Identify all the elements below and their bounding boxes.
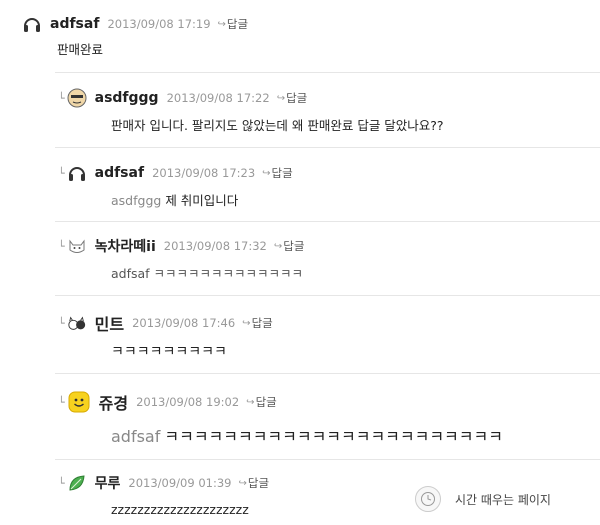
widget-label: 시간 때우는 페이지 xyxy=(455,492,551,507)
comment-author[interactable]: 무루 xyxy=(95,473,121,493)
comment-author[interactable]: 민트 xyxy=(95,311,124,335)
mention[interactable]: asdfggg xyxy=(111,193,161,208)
cats-avatar-icon xyxy=(67,313,87,333)
reply-button[interactable]: ↪ 답글 xyxy=(277,90,308,106)
mention[interactable]: adfsaf xyxy=(111,427,160,446)
comment-date: 2013/09/09 01:39 xyxy=(128,476,232,490)
comment-text: adfsaf ㅋㅋㅋㅋㅋㅋㅋㅋㅋㅋㅋㅋㅋ xyxy=(111,266,304,281)
comment-text: 판매자 입니다. 팔리지도 않았는데 왜 판매완료 답글 달았나요?? xyxy=(111,118,444,133)
reply-indent-icon: └ xyxy=(58,476,65,490)
reply-arrow-icon: ↪ xyxy=(217,18,226,30)
comment-date: 2013/09/08 17:46 xyxy=(132,316,236,330)
reply-indent-icon: └ xyxy=(58,395,65,409)
comment-text: adfsaf ㅋㅋㅋㅋㅋㅋㅋㅋㅋㅋㅋㅋㅋㅋㅋㅋㅋㅋㅋㅋㅋㅋㅋ xyxy=(111,427,503,446)
comment-date: 2013/09/08 17:22 xyxy=(166,91,270,105)
divider xyxy=(55,221,600,222)
divider xyxy=(55,295,600,296)
reply-arrow-icon: ↪ xyxy=(262,167,271,179)
comment-author[interactable]: adfsaf xyxy=(50,16,99,32)
comment-date: 2013/09/08 17:23 xyxy=(152,166,256,180)
comment-header: └ 민트 2013/09/08 17:46 ↪ 답글 xyxy=(58,311,273,335)
comment-author[interactable]: adfsaf xyxy=(95,165,144,181)
comment-author[interactable]: 녹차라떼ii xyxy=(95,236,156,256)
time-widget[interactable]: 시간 때우는 페이지 xyxy=(415,486,551,512)
reply-button[interactable]: ↪ 답글 xyxy=(242,315,273,331)
reply-indent-icon: └ xyxy=(58,91,65,105)
reply-indent-icon: └ xyxy=(58,166,65,180)
divider xyxy=(55,459,600,460)
comment-header: └ 무루 2013/09/09 01:39 ↪ 답글 xyxy=(58,473,269,493)
comment-header: └ asdfggg 2013/09/08 17:22 ↪ 답글 xyxy=(58,88,307,108)
comment-header: adfsaf 2013/09/08 17:19 ↪ 답글 xyxy=(22,14,248,34)
reply-button[interactable]: ↪ 답글 xyxy=(218,16,249,32)
reply-button[interactable]: ↪ 답글 xyxy=(238,475,269,491)
reply-button[interactable]: ↪ 답글 xyxy=(246,394,277,410)
divider xyxy=(55,147,600,148)
cat-avatar-icon xyxy=(67,236,87,256)
comment-text: ㅋㅋㅋㅋㅋㅋㅋㅋㅋ xyxy=(111,344,227,360)
smiley-avatar-icon xyxy=(67,390,91,414)
comment-date: 2013/09/08 17:19 xyxy=(107,17,211,31)
comment-header: └ adfsaf 2013/09/08 17:23 ↪ 답글 xyxy=(58,163,293,183)
comment-header: └ 녹차라떼ii 2013/09/08 17:32 ↪ 답글 xyxy=(58,236,304,256)
comment-text: 판매완료 xyxy=(57,42,104,57)
comment-author[interactable]: 쥬경 xyxy=(99,390,128,414)
reply-arrow-icon: ↪ xyxy=(238,477,247,489)
comment-text: zzzzzzzzzzzzzzzzzzzzz xyxy=(111,502,249,517)
reply-arrow-icon: ↪ xyxy=(276,92,286,104)
reply-button[interactable]: ↪ 답글 xyxy=(262,165,293,181)
reply-indent-icon: └ xyxy=(58,239,65,253)
headphones-icon xyxy=(67,163,87,183)
divider xyxy=(55,373,600,374)
reply-arrow-icon: ↪ xyxy=(273,240,283,252)
headphones-icon xyxy=(22,14,42,34)
comment-author[interactable]: asdfggg xyxy=(95,90,159,106)
leaf-avatar-icon xyxy=(67,473,87,493)
reply-button[interactable]: ↪ 답글 xyxy=(274,238,305,254)
clock-icon xyxy=(415,486,441,512)
comment-header: └ 쥬경 2013/09/08 19:02 ↪ 답글 xyxy=(58,390,277,414)
comment-date: 2013/09/08 17:32 xyxy=(163,239,267,253)
reply-indent-icon: └ xyxy=(58,316,65,330)
face-avatar-icon xyxy=(67,88,87,108)
divider xyxy=(55,72,600,73)
reply-arrow-icon: ↪ xyxy=(246,396,255,408)
reply-arrow-icon: ↪ xyxy=(242,317,251,329)
comment-date: 2013/09/08 19:02 xyxy=(136,395,240,409)
comment-text: asdfggg 제 취미입니다 xyxy=(111,193,239,208)
